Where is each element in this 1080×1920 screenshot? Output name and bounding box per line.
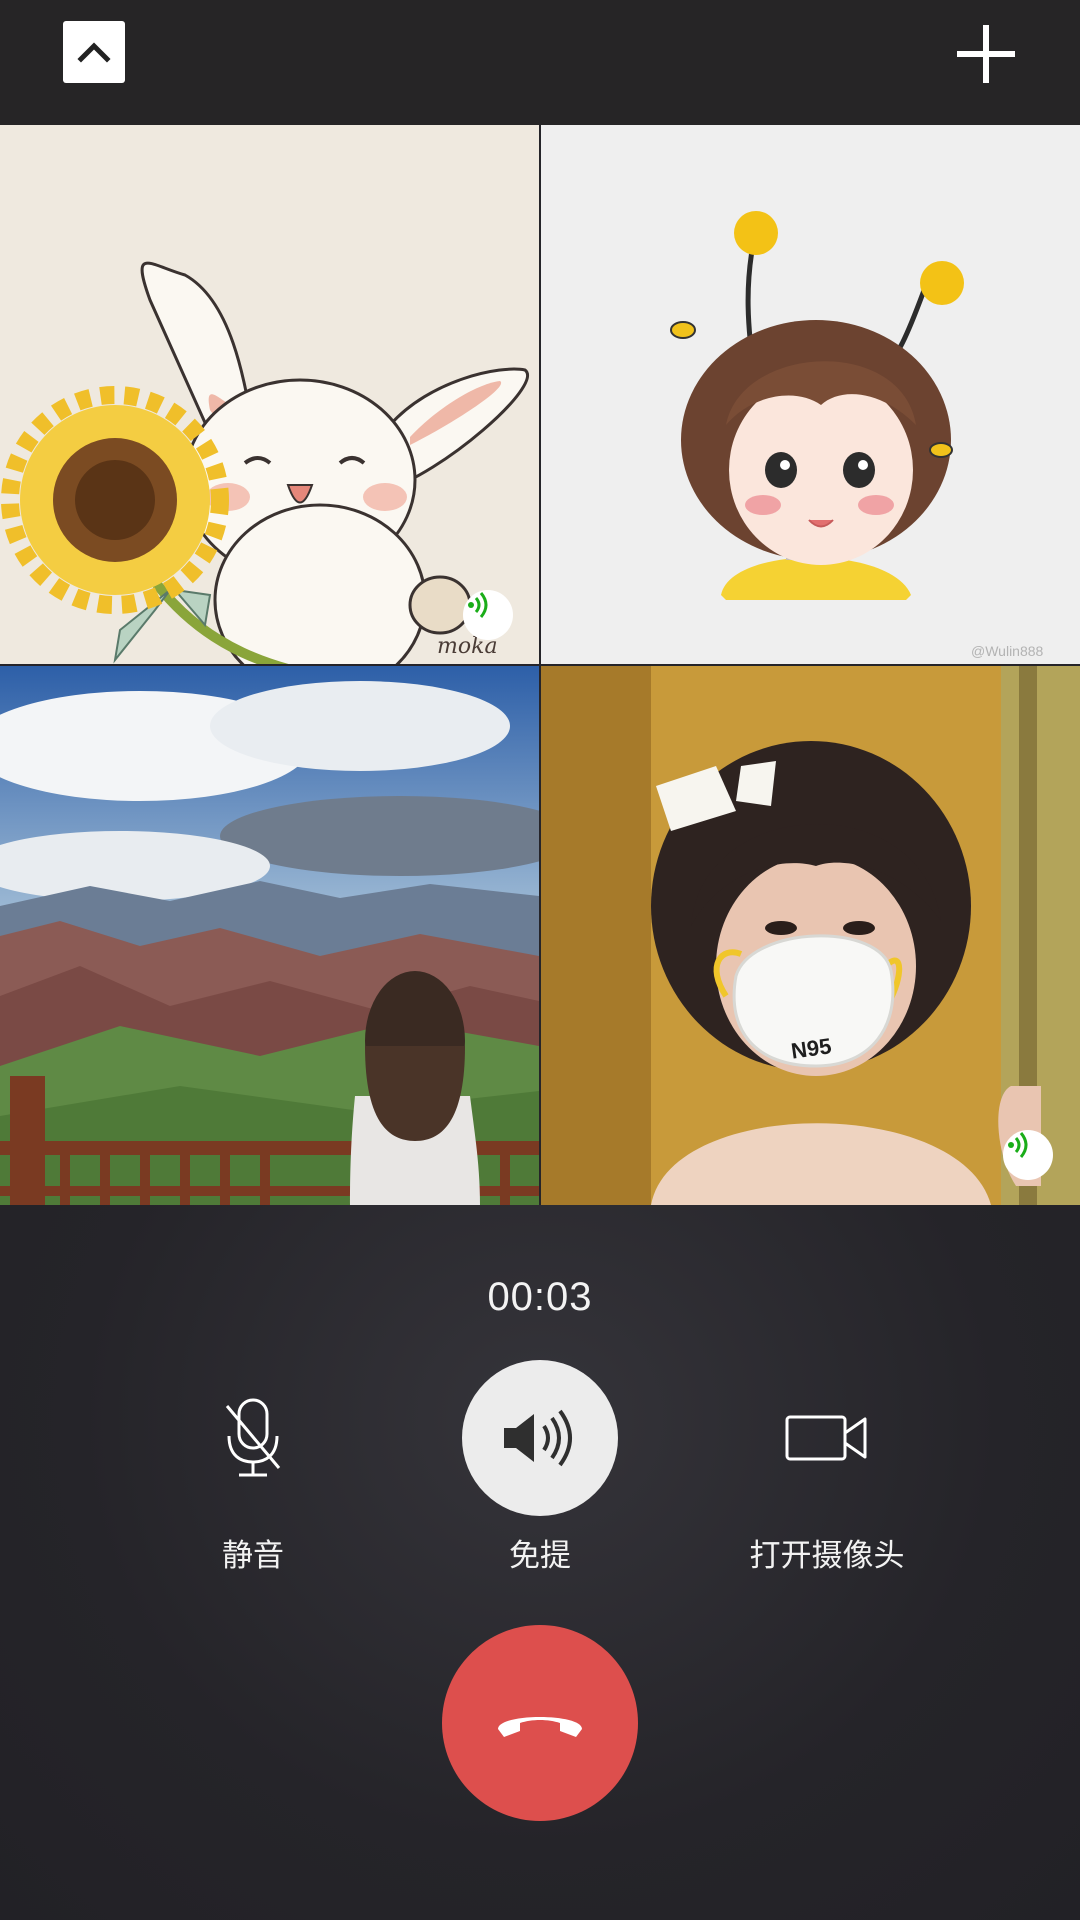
participant-tile[interactable]: N95 (541, 666, 1080, 1205)
bunny-avatar: moka (0, 125, 539, 664)
landscape-avatar (0, 666, 539, 1205)
mute-label: 静音 (222, 1538, 284, 1574)
mute-icon-wrap (175, 1360, 331, 1516)
voice-wave-icon (1008, 1132, 1028, 1158)
voice-wave-icon (468, 592, 488, 618)
plus-icon (957, 25, 1015, 83)
camera-icon-wrap (749, 1360, 905, 1516)
camera-label: 打开摄像头 (749, 1538, 905, 1574)
call-controls: 00:03 静音 免提 打开摄像头 (0, 1205, 1080, 1920)
girl-bee-avatar: @Wulin888 (541, 125, 1080, 664)
speaking-indicator (463, 590, 513, 640)
speaker-icon-wrap (462, 1360, 618, 1516)
participant-tile[interactable] (0, 666, 539, 1205)
collapse-button[interactable] (63, 21, 125, 83)
microphone-off-icon (225, 1398, 281, 1477)
mute-button[interactable]: 静音 (123, 1360, 383, 1575)
participant-grid: moka @Wulin888 N95 (0, 125, 1080, 1205)
speaker-label: 免提 (509, 1538, 571, 1574)
video-camera-icon (785, 1415, 867, 1461)
speaking-indicator (1003, 1130, 1053, 1180)
chevron-up-icon (77, 42, 111, 63)
phone-hangup-icon (498, 1717, 582, 1737)
speaker-icon (504, 1409, 572, 1467)
call-timer: 00:03 (487, 1275, 593, 1319)
add-participant-button[interactable] (955, 23, 1017, 85)
speaker-button[interactable]: 免提 (410, 1360, 670, 1575)
watermark-text: @Wulin888 (971, 643, 1044, 659)
masked-girl-avatar: N95 (541, 666, 1080, 1205)
hangup-button[interactable] (442, 1625, 638, 1821)
participant-tile[interactable]: @Wulin888 (541, 125, 1080, 664)
participant-tile[interactable]: moka (0, 125, 539, 664)
top-bar (0, 0, 1080, 125)
camera-button[interactable]: 打开摄像头 (697, 1360, 957, 1575)
